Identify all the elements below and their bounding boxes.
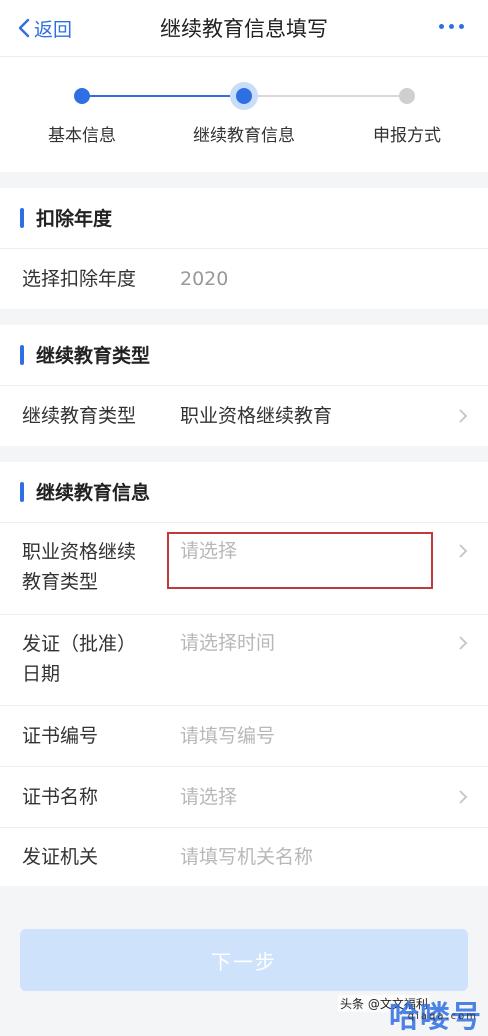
section-deduction-year: 扣除年度 选择扣除年度 2020 — [0, 188, 488, 309]
step-label-declare: 申报方式 — [373, 126, 441, 146]
step-dot-done — [74, 88, 90, 104]
deduction-year-value: 2020 — [180, 268, 229, 290]
field-label: 继续教育类型 — [22, 405, 137, 427]
section-accent-bar — [20, 208, 24, 228]
step-line-todo — [244, 95, 407, 97]
step-line-done — [82, 95, 244, 97]
row-certificate-number[interactable]: 证书编号 请填写编号 — [0, 706, 488, 767]
chevron-right-icon — [459, 409, 468, 423]
field-label-line1: 职业资格继续 — [22, 541, 137, 563]
issuing-authority-input[interactable]: 请填写机关名称 — [180, 842, 313, 872]
section-header: 继续教育类型 — [0, 325, 488, 386]
issue-date-select[interactable]: 请选择时间 — [180, 628, 275, 658]
field-label-line2: 日期 — [22, 663, 61, 685]
section-accent-bar — [20, 482, 24, 502]
row-education-type[interactable]: 继续教育类型 职业资格继续教育 — [0, 386, 488, 446]
qualification-type-select[interactable]: 请选择 — [180, 536, 237, 566]
row-deduction-year[interactable]: 选择扣除年度 2020 — [0, 249, 488, 309]
row-qualification-type[interactable]: 职业资格继续 教育类型 请选择 — [0, 523, 488, 615]
field-label-line2: 教育类型 — [22, 571, 99, 593]
section-header: 扣除年度 — [0, 188, 488, 249]
field-label-line1: 发证（批准） — [22, 633, 137, 655]
chevron-right-icon — [459, 790, 468, 804]
more-options-icon[interactable] — [439, 24, 464, 29]
page-title: 继续教育信息填写 — [160, 17, 328, 41]
step-label-basic: 基本信息 — [48, 126, 116, 146]
next-step-button[interactable]: 下一步 — [20, 929, 468, 991]
field-label: 选择扣除年度 — [22, 268, 137, 290]
row-certificate-name[interactable]: 证书名称 请选择 — [0, 767, 488, 828]
chevron-right-icon — [459, 544, 468, 558]
certificate-number-input[interactable]: 请填写编号 — [180, 721, 275, 751]
section-education-info: 继续教育信息 职业资格继续 教育类型 请选择 发证（批准） 日期 请选择时间 证… — [0, 462, 488, 886]
step-dot-current — [236, 88, 252, 104]
step-dot-todo — [399, 88, 415, 104]
education-type-value: 职业资格继续教育 — [180, 405, 333, 427]
section-title: 扣除年度 — [36, 208, 113, 230]
row-issue-date[interactable]: 发证（批准） 日期 请选择时间 — [0, 615, 488, 706]
section-header: 继续教育信息 — [0, 462, 488, 523]
field-label: 证书名称 — [22, 786, 99, 808]
field-label: 发证机关 — [22, 846, 99, 868]
field-label: 证书编号 — [22, 725, 99, 747]
watermark-domain: qiaqa.com — [407, 1011, 478, 1022]
section-title: 继续教育类型 — [36, 345, 151, 367]
field-label: 职业资格继续 教育类型 — [22, 537, 162, 597]
section-accent-bar — [20, 345, 24, 365]
step-label-education: 继续教育信息 — [193, 126, 295, 146]
step-indicator: 基本信息 继续教育信息 申报方式 — [0, 57, 488, 172]
certificate-name-select[interactable]: 请选择 — [180, 782, 237, 812]
row-issuing-authority[interactable]: 发证机关 请填写机关名称 — [0, 828, 488, 886]
chevron-right-icon — [459, 636, 468, 650]
field-label: 发证（批准） 日期 — [22, 629, 162, 689]
section-title: 继续教育信息 — [36, 482, 151, 504]
nav-bar: 返回 继续教育信息填写 — [0, 0, 488, 57]
section-education-type: 继续教育类型 继续教育类型 职业资格继续教育 — [0, 325, 488, 446]
